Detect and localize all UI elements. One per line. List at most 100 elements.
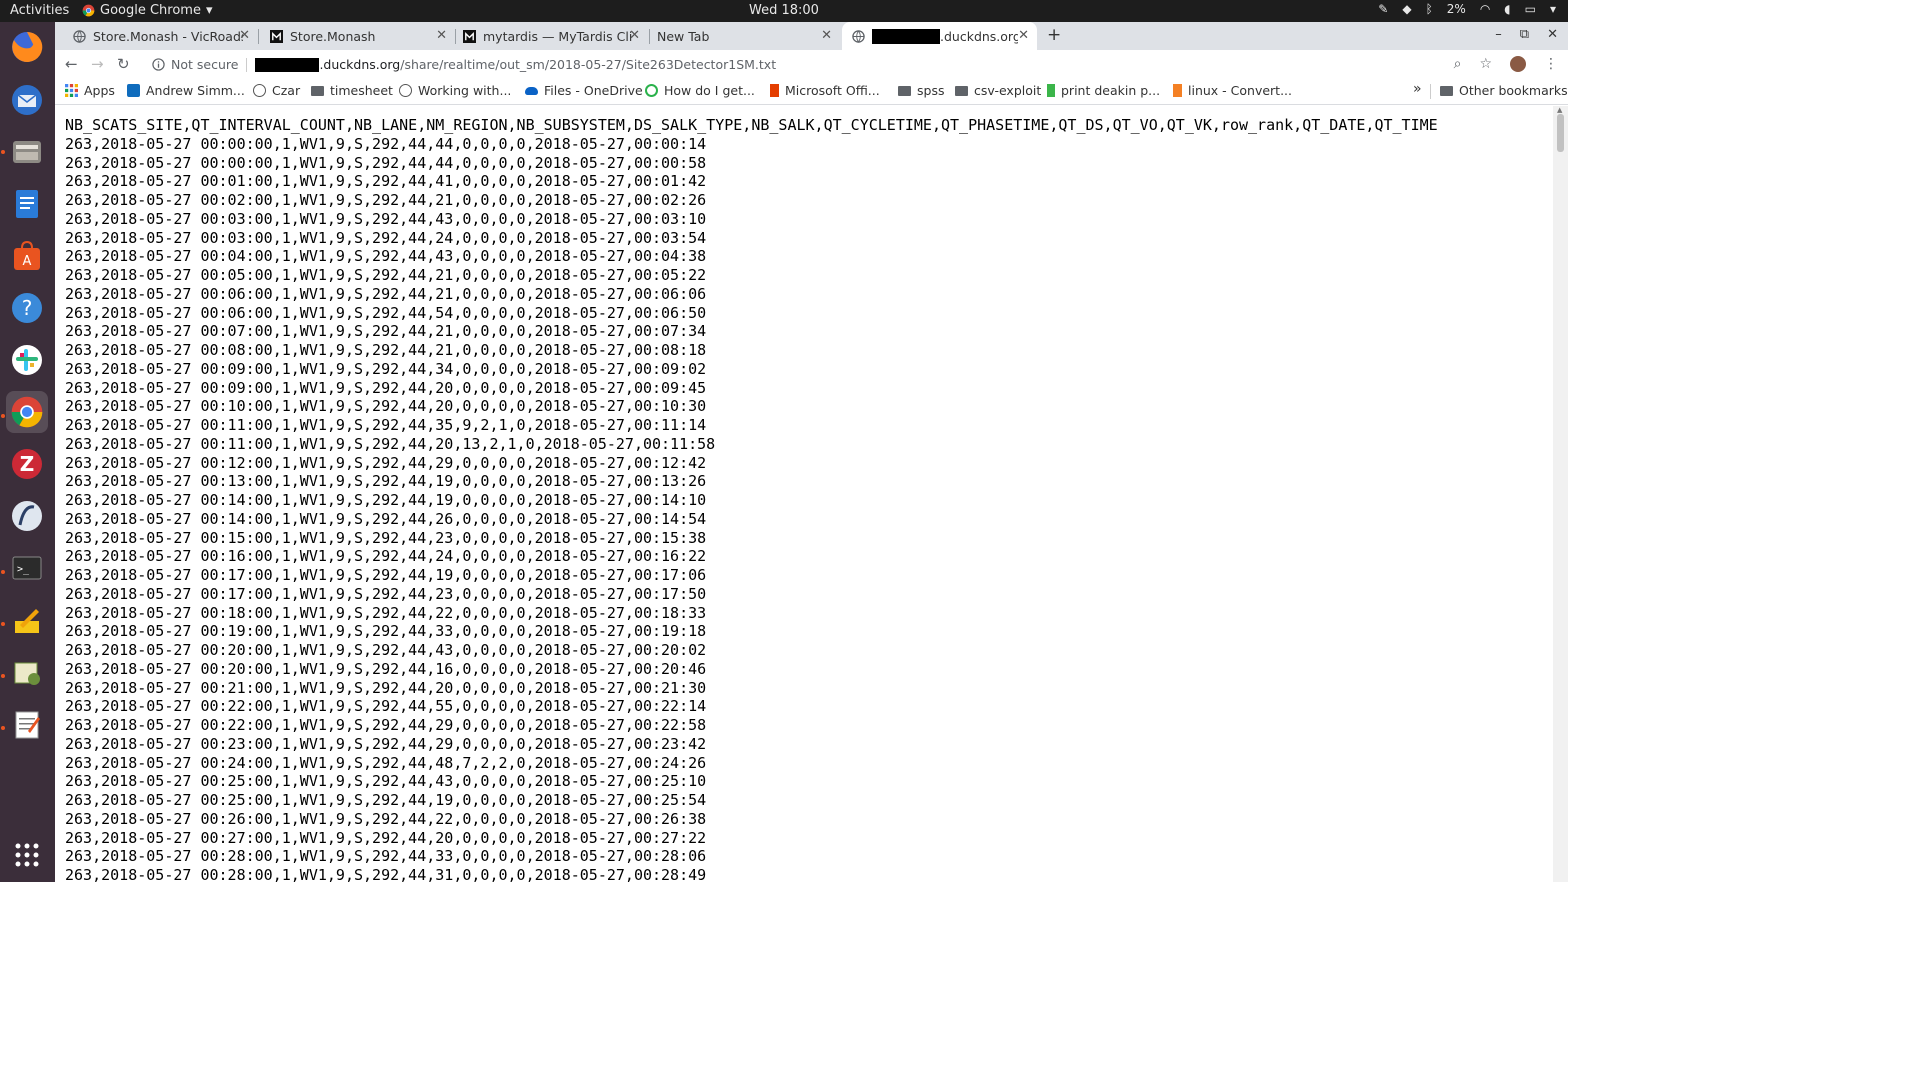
- clock[interactable]: Wed 18:00: [749, 3, 819, 18]
- csv-data-line: 263,2018-05-27 00:28:00,1,WV1,9,S,292,44…: [65, 866, 707, 882]
- svg-text:A: A: [23, 254, 32, 269]
- app-menu[interactable]: Google Chrome ▾: [82, 3, 213, 18]
- close-tab-icon[interactable]: ✕: [629, 28, 640, 43]
- csv-data-line: 263,2018-05-27 00:19:00,1,WV1,9,S,292,44…: [65, 622, 707, 641]
- close-tab-icon[interactable]: ✕: [239, 28, 250, 43]
- bookmark-working-with[interactable]: Working with...: [399, 83, 511, 98]
- writer-icon[interactable]: [6, 183, 48, 225]
- restore-icon[interactable]: ⧉: [1520, 27, 1529, 42]
- gedit-icon[interactable]: [6, 651, 48, 693]
- bookmark-star-icon[interactable]: ☆: [1479, 56, 1492, 72]
- close-tab-icon[interactable]: ✕: [1018, 28, 1029, 43]
- scrollbar-thumb[interactable]: [1557, 114, 1564, 152]
- notes-tray-icon[interactable]: ✎: [1378, 2, 1388, 16]
- csv-data-line: 263,2018-05-27 00:17:00,1,WV1,9,S,292,44…: [65, 566, 707, 584]
- software-center-icon[interactable]: A: [6, 235, 48, 277]
- bookmark-timesheet[interactable]: timesheet: [311, 83, 393, 98]
- scroll-up-arrow-icon[interactable]: ▲: [1557, 106, 1562, 114]
- tab-new-tab[interactable]: New Tab ✕: [647, 22, 840, 50]
- chrome-dock-icon[interactable]: [6, 391, 48, 433]
- forward-arrow-icon[interactable]: →: [91, 55, 104, 73]
- wifi-icon[interactable]: ◠: [1480, 2, 1490, 16]
- bookmark-czar[interactable]: Czar: [253, 83, 300, 98]
- csv-data-line: 263,2018-05-27 00:05:00,1,WV1,9,S,292,44…: [65, 266, 707, 284]
- security-indicator[interactable]: Not secure: [143, 57, 238, 72]
- menu-kebab-icon[interactable]: ⋮: [1544, 56, 1558, 72]
- tab-duckdns-active[interactable]: .duckdns.org ✕: [842, 22, 1037, 50]
- bookmark-csv-exploit[interactable]: csv-exploit: [955, 83, 1041, 98]
- system-tray[interactable]: ✎ ◆ ᛒ 2% ◠ ◖ ▭ ▾: [1378, 2, 1556, 16]
- bookmark-print-deakin[interactable]: print deakin p...: [1047, 83, 1160, 98]
- bookmark-linux-convert[interactable]: linux - Convert...: [1173, 83, 1292, 98]
- tab-store-monash-vicroads[interactable]: Store.Monash - VicRoads ✕: [63, 22, 258, 50]
- folder-icon: [898, 85, 911, 96]
- csv-data-line: 263,2018-05-27 00:22:00,1,WV1,9,S,292,44…: [65, 697, 707, 716]
- tab-store-monash[interactable]: Store.Monash ✕: [260, 22, 455, 50]
- zotero-icon[interactable]: Z: [6, 443, 48, 485]
- zoom-icon[interactable]: ⌕: [1454, 56, 1462, 72]
- bookmark-onedrive[interactable]: Files - OneDrive: [525, 83, 643, 98]
- volume-icon[interactable]: ◖: [1504, 2, 1510, 16]
- bluetooth-icon[interactable]: ᛒ: [1426, 2, 1433, 16]
- files-icon[interactable]: [6, 131, 48, 173]
- bookmark-apps[interactable]: Apps: [65, 83, 115, 98]
- stackoverflow-icon: [1173, 84, 1182, 97]
- bookmark-andrew-simm[interactable]: Andrew Simm...: [127, 83, 245, 98]
- csv-data-line: 263,2018-05-27 00:17:00,1,WV1,9,S,292,44…: [65, 584, 707, 603]
- back-arrow-icon[interactable]: ←: [65, 55, 78, 73]
- notes-icon[interactable]: [6, 599, 48, 641]
- help-icon[interactable]: ?: [6, 287, 48, 329]
- reload-icon[interactable]: ↻: [117, 55, 130, 73]
- bookmark-microsoft-office[interactable]: Microsoft Offi...: [770, 83, 880, 98]
- bookmark-how-do-i-get[interactable]: How do I get...: [645, 83, 755, 98]
- battery-icon[interactable]: ▭: [1525, 2, 1536, 16]
- other-bookmarks[interactable]: Other bookmarks: [1440, 83, 1568, 98]
- bookmark-spss[interactable]: spss: [898, 83, 944, 98]
- new-tab-button[interactable]: +: [1047, 25, 1061, 45]
- jupyter-icon[interactable]: [6, 495, 48, 537]
- profile-avatar[interactable]: [1510, 56, 1526, 72]
- system-menu-chevron-icon[interactable]: ▾: [1550, 2, 1556, 16]
- csv-data-line: 263,2018-05-27 00:13:00,1,WV1,9,S,292,44…: [65, 472, 707, 491]
- tab-title: Store.Monash: [290, 28, 376, 44]
- show-apps-icon[interactable]: [6, 834, 48, 876]
- csv-data-line: 263,2018-05-27 00:20:00,1,WV1,9,S,292,44…: [65, 659, 707, 678]
- address-bar[interactable]: Not secure .duckdns.org /share/realtime/…: [143, 53, 1515, 76]
- globe-icon: [852, 29, 865, 43]
- csv-data-line: 263,2018-05-27 00:20:00,1,WV1,9,S,292,44…: [65, 641, 707, 659]
- ubuntu-dock: A ? Z >_: [0, 22, 55, 882]
- tab-title: mytardis — MyTardis Client: [483, 28, 633, 44]
- close-tab-icon[interactable]: ✕: [821, 28, 832, 43]
- close-window-icon[interactable]: ✕: [1547, 27, 1558, 42]
- terminal-icon[interactable]: >_: [6, 547, 48, 589]
- dropbox-icon[interactable]: ◆: [1402, 2, 1411, 16]
- tab-title: New Tab: [657, 28, 710, 44]
- more-bookmarks-button[interactable]: »: [1413, 81, 1422, 97]
- mytardis-favicon-icon: [463, 29, 476, 43]
- folder-icon: [955, 85, 968, 96]
- thunderbird-icon[interactable]: [6, 79, 48, 121]
- csv-data-line: 263,2018-05-27 00:00:00,1,WV1,9,S,292,44…: [65, 134, 707, 153]
- battery-percent: 2%: [1446, 2, 1466, 16]
- outlook-icon: [127, 84, 140, 97]
- bookmark-label: linux - Convert...: [1188, 83, 1292, 98]
- csv-data-line: 263,2018-05-27 00:01:00,1,WV1,9,S,292,44…: [65, 172, 707, 191]
- firefox-icon[interactable]: [6, 26, 48, 68]
- text-editor-icon[interactable]: [6, 703, 48, 745]
- csv-data-line: 263,2018-05-27 00:06:00,1,WV1,9,S,292,44…: [65, 284, 707, 303]
- close-tab-icon[interactable]: ✕: [436, 28, 447, 43]
- minimize-icon[interactable]: –: [1495, 27, 1502, 42]
- csv-data-line: 263,2018-05-27 00:14:00,1,WV1,9,S,292,44…: [65, 509, 707, 528]
- bookmark-label: timesheet: [330, 83, 393, 98]
- vertical-scrollbar[interactable]: ▲: [1553, 106, 1568, 882]
- csv-data-line: 263,2018-05-27 00:16:00,1,WV1,9,S,292,44…: [65, 547, 707, 566]
- chevron-down-icon: ▾: [205, 3, 213, 18]
- csv-data-line: 263,2018-05-27 00:04:00,1,WV1,9,S,292,44…: [65, 247, 707, 266]
- activities-button[interactable]: Activities: [10, 3, 69, 18]
- csv-data-line: 263,2018-05-27 00:10:00,1,WV1,9,S,292,44…: [65, 397, 707, 416]
- bookmark-label: Microsoft Offi...: [785, 83, 880, 98]
- csv-data-line: 263,2018-05-27 00:27:00,1,WV1,9,S,292,44…: [65, 828, 707, 847]
- tab-mytardis-client[interactable]: mytardis — MyTardis Client ✕: [453, 22, 648, 50]
- slack-icon[interactable]: [6, 339, 48, 381]
- page-content: NB_SCATS_SITE,QT_INTERVAL_COUNT,NB_LANE,…: [55, 106, 1553, 882]
